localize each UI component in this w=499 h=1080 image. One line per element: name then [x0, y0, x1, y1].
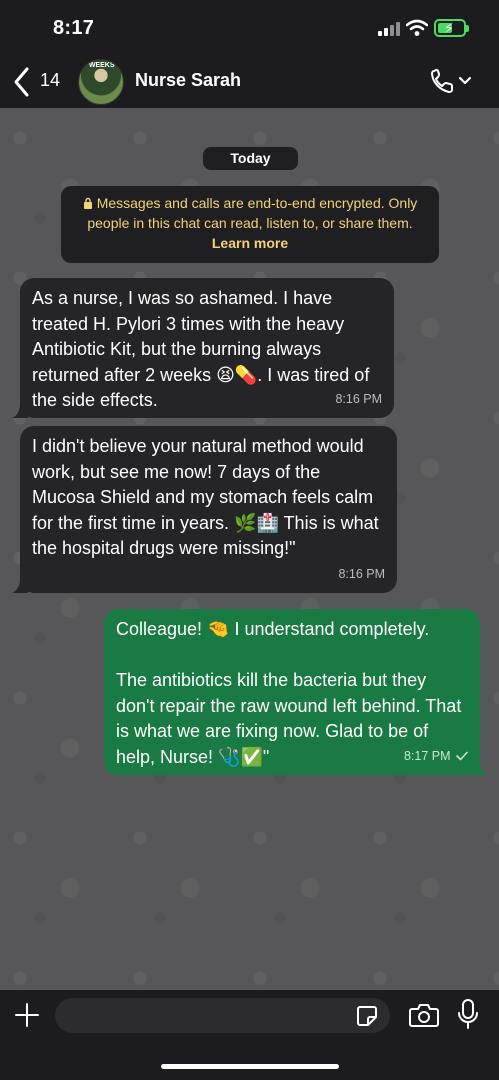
chat-header: 14 7 WEEKS Nurse Sarah — [0, 58, 499, 108]
chevron-left-icon[interactable] — [12, 65, 32, 99]
sent-check-icon — [456, 751, 468, 760]
encryption-notice[interactable]: Messages and calls are end-to-end encryp… — [61, 186, 439, 263]
battery-icon: ⚡ — [434, 19, 469, 37]
bubble-tail — [472, 761, 488, 775]
message-composer — [0, 990, 499, 1080]
encryption-notice-text: Messages and calls are end-to-end encryp… — [87, 195, 418, 231]
plus-icon[interactable] — [14, 1002, 40, 1028]
contact-name[interactable]: Nurse Sarah — [135, 70, 241, 91]
sticker-icon[interactable] — [356, 1005, 378, 1027]
lock-icon — [83, 197, 92, 209]
cellular-signal-icon — [378, 22, 400, 36]
chat-area[interactable]: Today Messages and calls are end-to-end … — [0, 108, 499, 990]
learn-more-link[interactable]: Learn more — [212, 235, 288, 251]
status-bar: 8:17 ⚡ — [0, 0, 499, 58]
avatar-text: 7 WEEKS — [83, 62, 115, 69]
message-text: As a nurse, I was so ashamed. I have tre… — [32, 288, 370, 410]
phone-icon[interactable] — [430, 68, 474, 94]
message-bubble-incoming[interactable]: I didn't believe your natural method wou… — [12, 426, 397, 593]
message-text-line1: Colleague! 🤏 I understand completely. — [116, 619, 430, 639]
clock: 8:17 — [53, 17, 95, 39]
date-separator: Today — [203, 147, 298, 170]
message-text: I didn't believe your natural method wou… — [32, 436, 379, 558]
message-timestamp: 8:16 PM — [338, 566, 385, 581]
back-unread-count[interactable]: 14 — [40, 70, 60, 91]
bubble-tail — [12, 579, 28, 593]
message-timestamp-group: 8:17 PM — [404, 744, 468, 770]
microphone-icon[interactable] — [457, 999, 479, 1029]
avatar[interactable]: 7 WEEKS — [78, 59, 124, 105]
message-timestamp: 8:16 PM — [335, 391, 382, 406]
bubble-tail — [12, 404, 28, 418]
message-bubble-outgoing[interactable]: Colleague! 🤏 I understand completely. Th… — [104, 609, 488, 775]
wifi-icon — [406, 19, 428, 36]
home-indicator — [161, 1064, 339, 1069]
message-timestamp: 8:17 PM — [403, 748, 451, 763]
message-bubble-incoming[interactable]: As a nurse, I was so ashamed. I have tre… — [12, 278, 394, 418]
camera-icon[interactable] — [409, 1002, 439, 1028]
message-input[interactable] — [55, 998, 390, 1033]
